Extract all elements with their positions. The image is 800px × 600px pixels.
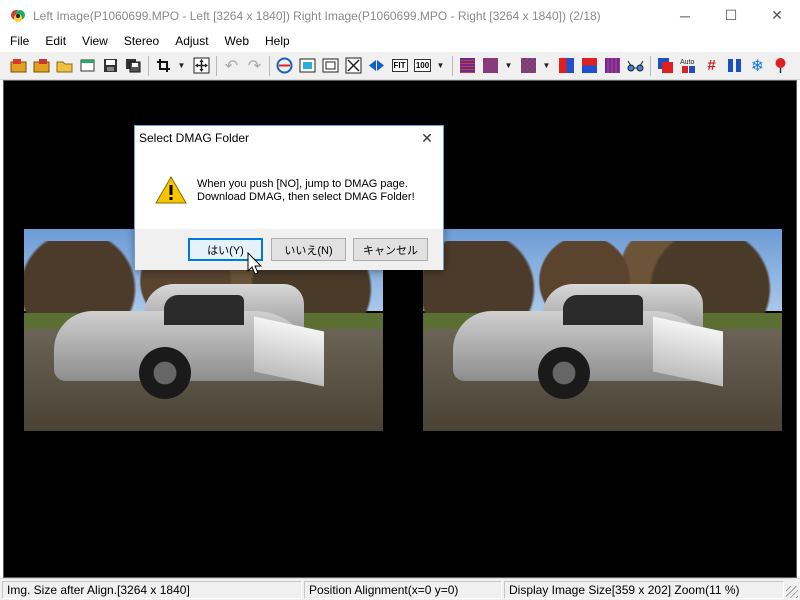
toolbar-separator <box>452 55 453 76</box>
side-by-side-icon[interactable] <box>557 56 576 75</box>
crop-dropdown-icon[interactable]: ▼ <box>177 56 186 75</box>
menu-adjust[interactable]: Adjust <box>167 31 216 51</box>
save-all-icon[interactable] <box>124 56 143 75</box>
purple-square-icon[interactable] <box>481 56 500 75</box>
fit-button[interactable]: FIT <box>390 56 409 75</box>
status-image-size: Img. Size after Align.[3264 x 1840] <box>2 581 302 599</box>
status-position-alignment: Position Alignment(x=0 y=0) <box>304 581 502 599</box>
menu-edit[interactable]: Edit <box>37 31 74 51</box>
pin-icon[interactable] <box>771 56 790 75</box>
swap-images-icon[interactable] <box>275 56 294 75</box>
menu-bar: File Edit View Stereo Adjust Web Help <box>0 31 800 51</box>
svg-text:Auto: Auto <box>680 59 695 66</box>
open-file-icon[interactable] <box>78 56 97 75</box>
fit-window-icon[interactable] <box>344 56 363 75</box>
grid-icon[interactable]: # <box>702 56 721 75</box>
redo-icon[interactable]: ↷ <box>245 56 264 75</box>
dialog-message-line-1: When you push [NO], jump to DMAG page. <box>197 178 408 190</box>
interlace-purple-icon[interactable] <box>458 56 477 75</box>
dialog-title: Select DMAG Folder <box>139 131 250 145</box>
warning-icon <box>155 175 187 204</box>
split-view-icon[interactable] <box>725 56 744 75</box>
minimize-button[interactable]: ─ <box>662 0 708 31</box>
right-image[interactable] <box>423 229 782 431</box>
column-interlace-icon[interactable] <box>603 56 622 75</box>
red-overlay-icon[interactable] <box>656 56 675 75</box>
open-folder-icon[interactable] <box>55 56 74 75</box>
photo-car-window <box>563 295 643 325</box>
over-under-icon[interactable] <box>580 56 599 75</box>
dialog-button-bar: はい(Y) いいえ(N) キャンセル <box>135 229 443 270</box>
menu-web[interactable]: Web <box>217 31 257 51</box>
no-button[interactable]: いいえ(N) <box>271 238 346 261</box>
toolbar-separator <box>216 55 217 76</box>
zoom-100-label: 100 <box>413 59 432 72</box>
cancel-button[interactable]: キャンセル <box>353 238 428 261</box>
zoom-dropdown-icon[interactable]: ▼ <box>436 56 445 75</box>
glasses-icon[interactable] <box>626 56 645 75</box>
title-bar: Left Image(P1060699.MPO - Left [3264 x 1… <box>0 0 800 31</box>
status-bar: Img. Size after Align.[3264 x 1840] Posi… <box>0 578 800 600</box>
maximize-button[interactable]: ☐ <box>708 0 754 31</box>
arrows-blue-icon[interactable] <box>367 56 386 75</box>
snowflake-icon[interactable]: ❄ <box>748 56 767 75</box>
resize-grip-icon[interactable] <box>786 586 798 598</box>
app-icon[interactable] <box>10 8 26 24</box>
anaglyph-dropdown-icon[interactable]: ▼ <box>504 56 513 75</box>
toolbar-separator <box>650 55 651 76</box>
open-left-image-icon[interactable] <box>9 56 28 75</box>
photo-front-wheel <box>139 347 191 399</box>
toolbar-separator <box>148 55 149 76</box>
status-display-size-zoom: Display Image Size[359 x 202] Zoom(11 %) <box>504 581 784 599</box>
dialog-message-line-2: Download DMAG, then select DMAG Folder! <box>197 191 415 203</box>
fit-label: FIT <box>391 59 408 72</box>
photo-car-window <box>164 295 244 325</box>
menu-help[interactable]: Help <box>257 31 298 51</box>
frame-empty-icon[interactable] <box>321 56 340 75</box>
menu-stereo[interactable]: Stereo <box>116 31 167 51</box>
move-icon[interactable] <box>192 56 211 75</box>
open-right-image-icon[interactable] <box>32 56 51 75</box>
dialog-close-button[interactable]: ✕ <box>417 128 437 148</box>
select-dmag-folder-dialog: Select DMAG Folder ✕ When you push [NO],… <box>134 125 444 270</box>
undo-icon[interactable]: ↶ <box>222 56 241 75</box>
checker-dropdown-icon[interactable]: ▼ <box>542 56 551 75</box>
menu-view[interactable]: View <box>74 31 116 51</box>
close-button[interactable]: ✕ <box>754 0 800 31</box>
mouse-cursor-icon <box>247 251 263 276</box>
toolbar: ▼ ↶ ↷ FIT 100 ▼ ▼ ▼ Auto # ❄ <box>0 52 800 80</box>
frame-cyan-icon[interactable] <box>298 56 317 75</box>
dialog-message: When you push [NO], jump to DMAG page. D… <box>197 178 415 204</box>
window-title: Left Image(P1060699.MPO - Left [3264 x 1… <box>33 8 601 23</box>
zoom-100-button[interactable]: 100 <box>413 56 432 75</box>
toolbar-separator <box>269 55 270 76</box>
photo-front-wheel <box>538 347 590 399</box>
crop-icon[interactable] <box>154 56 173 75</box>
checker-icon[interactable] <box>519 56 538 75</box>
save-icon[interactable] <box>101 56 120 75</box>
auto-align-icon[interactable]: Auto <box>679 56 698 75</box>
menu-file[interactable]: File <box>2 31 37 51</box>
